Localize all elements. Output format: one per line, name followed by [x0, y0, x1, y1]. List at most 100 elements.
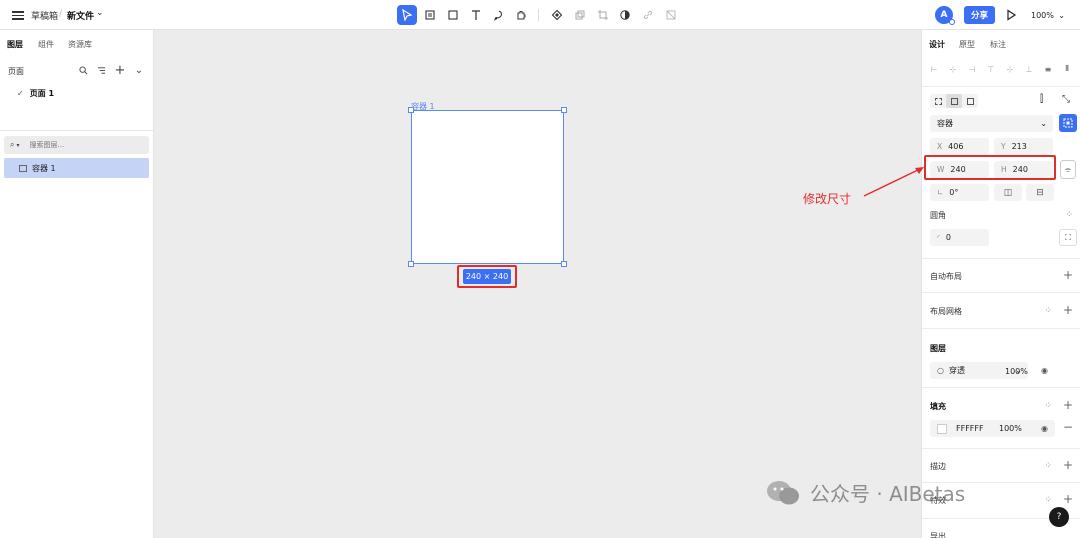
tab-components[interactable]: 组件: [38, 39, 54, 50]
rectangle-icon: [448, 10, 458, 20]
align-top-icon[interactable]: ⊤: [986, 64, 996, 74]
layer-search-input[interactable]: [29, 141, 120, 149]
add-layout-grid-icon[interactable]: +: [1063, 303, 1073, 317]
layer-opacity[interactable]: 100%: [1005, 367, 1028, 376]
layout-grid-title: 布局网格: [930, 307, 962, 316]
selected-frame[interactable]: [411, 110, 564, 264]
zoom-value: 100%: [1031, 10, 1054, 20]
contrast-tool-button[interactable]: [615, 5, 635, 25]
play-icon[interactable]: [1004, 8, 1018, 22]
layer-search[interactable]: ⌕ ▾: [4, 136, 149, 154]
stroke-styles-icon[interactable]: ⁘: [1044, 461, 1052, 471]
radius-more-icon[interactable]: ⁘: [1065, 210, 1073, 220]
sort-icon[interactable]: [95, 64, 107, 76]
add-page-icon[interactable]: +: [114, 63, 126, 78]
frame-type-toggle[interactable]: [930, 94, 978, 108]
frame-type-option[interactable]: [930, 94, 946, 108]
x-field[interactable]: X 406: [930, 138, 989, 155]
mask-tool-button[interactable]: [661, 5, 681, 25]
collapse-icon[interactable]: ⤡: [1062, 94, 1070, 105]
comment-tool-button[interactable]: [489, 5, 509, 25]
element-type-value: 容器: [937, 119, 953, 128]
frame-tool-button[interactable]: [420, 5, 440, 25]
grid-styles-icon[interactable]: ⁘: [1044, 306, 1052, 316]
add-stroke-icon[interactable]: +: [1063, 458, 1073, 472]
hamburger-menu-icon[interactable]: [12, 9, 24, 21]
eye-icon[interactable]: ◉: [1041, 366, 1048, 375]
fill-styles-icon[interactable]: ⁘: [1044, 401, 1052, 411]
chevron-down-icon[interactable]: ⌄: [133, 64, 145, 76]
align-left-icon[interactable]: ⊢: [929, 64, 939, 74]
fill-hex-value[interactable]: FFFFFF: [956, 424, 999, 433]
align-right-icon[interactable]: ⊣: [967, 64, 977, 74]
constrain-proportions-button[interactable]: ⌯: [1060, 160, 1076, 179]
independent-corners-button[interactable]: ⛶: [1059, 229, 1077, 246]
tab-layers[interactable]: 图层: [7, 39, 23, 50]
share-button[interactable]: 分享: [964, 6, 995, 24]
rotation-field[interactable]: ∟ 0°: [930, 184, 989, 201]
resize-handle[interactable]: [561, 107, 567, 113]
move-tool-button[interactable]: [397, 5, 417, 25]
link-tool-button[interactable]: [638, 5, 658, 25]
layer-section-title: 图层: [930, 344, 946, 353]
eye-icon[interactable]: ◉: [1041, 424, 1048, 433]
divider: [922, 448, 1080, 449]
page-item[interactable]: ✓ 页面 1: [17, 88, 54, 99]
frame-icon: [425, 10, 435, 20]
distribute-vertical-icon[interactable]: ≡: [1043, 64, 1053, 74]
remove-fill-icon[interactable]: −: [1063, 420, 1073, 434]
align-center-h-icon[interactable]: ⊹: [948, 64, 958, 74]
canvas[interactable]: [154, 30, 921, 538]
component-tool-button[interactable]: [547, 5, 567, 25]
radius-value: 0: [945, 233, 951, 242]
fill-row[interactable]: FFFFFF 100%: [930, 420, 1055, 437]
chevron-down-icon[interactable]: ⌄: [96, 8, 104, 18]
tab-prototype[interactable]: 原型: [959, 39, 975, 50]
divider: [922, 86, 1080, 87]
resize-handle[interactable]: [408, 261, 414, 267]
fit-frame-button[interactable]: [1059, 114, 1077, 132]
file-name[interactable]: 新文件: [67, 9, 94, 22]
link-icon: [643, 10, 653, 20]
zoom-dropdown[interactable]: 100% ⌄: [1026, 6, 1070, 24]
chevron-down-icon: ⌄: [1058, 10, 1065, 20]
breadcrumb-drafts[interactable]: 草稿箱: [31, 9, 58, 22]
plugin-tool-button[interactable]: [511, 5, 531, 25]
pages-label: 页面: [8, 67, 24, 76]
distribute-horizontal-icon[interactable]: ⫴: [1062, 64, 1072, 74]
resize-handle[interactable]: [408, 107, 414, 113]
crop-tool-button[interactable]: [593, 5, 613, 25]
stroke-section-title: 描边: [930, 462, 946, 471]
flip-vertical-button[interactable]: ⊟: [1026, 184, 1054, 201]
align-middle-v-icon[interactable]: ⊹: [1005, 64, 1015, 74]
auto-layout-title: 自动布局: [930, 272, 962, 281]
effects-styles-icon[interactable]: ⁘: [1044, 495, 1052, 505]
fill-opacity-value[interactable]: 100%: [999, 424, 1022, 433]
layer-item[interactable]: 容器 1: [4, 158, 149, 178]
tab-assets[interactable]: 资源库: [68, 39, 92, 50]
rectangle-tool-button[interactable]: [443, 5, 463, 25]
frame-type-option[interactable]: [946, 94, 962, 108]
fill-color-swatch[interactable]: [937, 423, 947, 434]
divider: [922, 292, 1080, 293]
search-icon[interactable]: [77, 64, 89, 76]
tab-design[interactable]: 设计: [929, 39, 945, 50]
tab-inspect[interactable]: 标注: [990, 39, 1006, 50]
element-type-select[interactable]: 容器 ⌄: [930, 115, 1053, 132]
left-panel: 图层 组件 资源库 页面 + ⌄ ✓ 页面 1 ⌕ ▾ 容器 1: [0, 30, 154, 538]
avatar[interactable]: A: [935, 6, 955, 25]
y-field[interactable]: Y 213: [994, 138, 1053, 155]
add-effect-icon[interactable]: +: [1063, 492, 1073, 506]
help-button[interactable]: ?: [1049, 507, 1069, 527]
frame-type-option[interactable]: [962, 94, 978, 108]
add-fill-icon[interactable]: +: [1063, 398, 1073, 412]
add-auto-layout-icon[interactable]: +: [1063, 268, 1073, 282]
radius-field[interactable]: ◜ 0: [930, 229, 989, 246]
align-bottom-icon[interactable]: ⊥: [1024, 64, 1034, 74]
flip-horizontal-button[interactable]: ◫: [994, 184, 1022, 201]
top-bar: 草稿箱 / 新文件 ⌄ A 分享 100% ⌄: [0, 0, 1080, 30]
text-tool-button[interactable]: [466, 5, 486, 25]
resize-handle[interactable]: [561, 261, 567, 267]
resize-fit-icon[interactable]: ⫿: [1040, 94, 1043, 105]
boolean-tool-button[interactable]: [570, 5, 590, 25]
